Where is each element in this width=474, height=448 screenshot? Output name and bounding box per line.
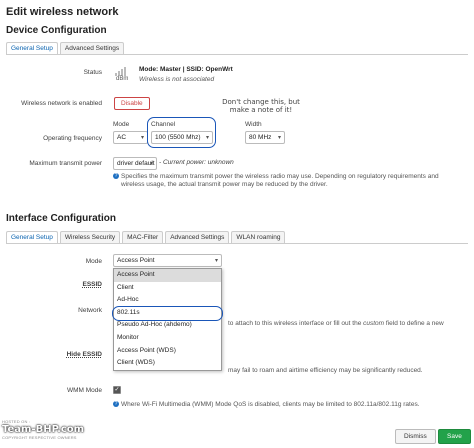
mode-option[interactable]: Client [114,282,221,295]
status-association: Wireless is not associated [139,76,215,83]
interface-section-title: Interface Configuration [6,213,117,224]
hide-essid-help: may fail to roam and airtime efficiency … [228,367,423,374]
mode-heading: Mode [113,121,130,128]
watermark-logo: HOSTED ON : Team-BHP.com COPYRIGHT RESPE… [2,419,85,440]
hwmode-select[interactable]: AC ▾ [113,131,148,144]
width-select[interactable]: 80 MHz ▾ [245,131,285,144]
signal-icon [115,67,126,76]
dismiss-button[interactable]: Dismiss [395,429,436,444]
current-power: - Current power: unknown [159,159,234,166]
essid-label: ESSID [82,281,102,288]
mode-option[interactable]: Ad-Hoc [114,294,221,307]
annotation-note: Don't change this, but make a note of it… [222,98,300,114]
tx-power-help: ? Specifies the maximum transmit power th… [113,173,439,188]
device-section-title: Device Configuration [6,25,107,36]
disable-button[interactable]: Disable [114,97,150,110]
width-heading: Width [245,121,262,128]
mode-option[interactable]: Access Point (WDS) [114,345,221,358]
mode-select[interactable]: Access Point ▾ [113,254,222,267]
chevron-down-icon: ▾ [149,161,153,167]
network-help: to attach to this wireless interface or … [228,320,444,327]
status-dbm: dBm [116,76,129,82]
status-label: Status [83,69,102,76]
chevron-down-icon: ▾ [140,135,144,141]
mode-option[interactable]: Access Point [114,269,221,282]
mode-option[interactable]: Monitor [114,332,221,345]
hide-essid-label: Hide ESSID [66,351,102,358]
frequency-label: Operating frequency [43,135,102,142]
info-icon: ? [113,173,119,180]
wmm-checkbox[interactable]: ✓ [113,386,121,394]
tab-underline [6,243,468,244]
page-title: Edit wireless network [6,6,119,18]
mode-label: Mode [85,258,102,265]
mode-annotation-circle [112,306,223,321]
info-icon: ? [113,401,119,408]
wireless-enabled-label: Wireless network is enabled [21,100,102,107]
tx-power-select[interactable]: driver default ▾ [113,157,157,170]
chevron-down-icon: ▾ [277,135,281,141]
tab-underline [6,54,468,55]
status-box: Mode: Master | SSID: OpenWrt dBm Wireles… [113,64,243,86]
wmm-help: ? Where Wi-Fi Multimedia (WMM) Mode QoS i… [113,401,420,408]
mode-option[interactable]: Client (WDS) [114,357,221,370]
tx-power-label: Maximum transmit power [29,160,102,167]
network-label: Network [78,307,102,314]
wmm-label: WMM Mode [66,387,102,394]
chevron-down-icon: ▾ [214,258,218,264]
mode-option[interactable]: Pseudo Ad-Hoc (ahdemo) [114,319,221,332]
status-mode-ssid: Mode: Master | SSID: OpenWrt [139,66,233,73]
channel-annotation-circle [147,117,216,148]
save-button[interactable]: Save [438,429,471,444]
